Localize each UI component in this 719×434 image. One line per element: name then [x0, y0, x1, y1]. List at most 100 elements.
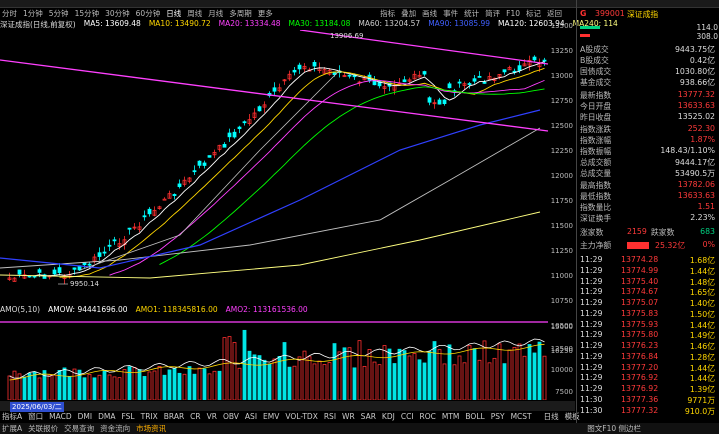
period-tab-10[interactable]: 更多 [258, 8, 273, 19]
indicator-bar: 指标A 窗口 MACD DMI DMA FSL TRIX BRAR CR VR OBV ASI EMV V… [0, 411, 580, 422]
indicator-0[interactable]: 指标A [2, 411, 22, 422]
amo-bar [422, 362, 427, 400]
tool-button-8[interactable]: 返回 [547, 8, 562, 19]
tool-button-4[interactable]: 统计 [464, 8, 479, 19]
chart-label: 深证成指(日线,前复权) [0, 20, 76, 29]
candle-body [477, 75, 482, 78]
period-tab-7[interactable]: 周线 [187, 8, 202, 19]
period-tab-8[interactable]: 月线 [208, 8, 223, 19]
candle-body [482, 81, 487, 84]
indicator-tab-0[interactable]: 日线 [544, 411, 559, 422]
amo-bar [472, 348, 477, 400]
axis-tick: 11250 [550, 247, 573, 255]
tick-price: 13775.40 [621, 277, 659, 286]
amo-axis-tick: 10000 [550, 366, 573, 374]
amo-bar [57, 369, 62, 400]
status-item-2[interactable]: 交易查询 [64, 423, 94, 434]
amo-bar [342, 347, 347, 400]
status-item-0[interactable]: 扩展A [2, 423, 22, 434]
period-tab-4[interactable]: 30分钟 [105, 8, 130, 19]
indicator-17[interactable]: KDJ [382, 412, 395, 421]
amo-axis-tick: 7500 [555, 388, 573, 396]
tick-row: 11:29 13774.28 1.68亿 [577, 255, 717, 266]
axis-tick: 11750 [550, 197, 573, 205]
tick-time: 11:29 [580, 352, 603, 361]
candle-body [457, 81, 462, 84]
tool-button-5[interactable]: 简评 [485, 8, 500, 19]
indicator-14[interactable]: RSI [324, 412, 336, 421]
status-right[interactable]: 图文F10 侧边栏 [587, 423, 641, 434]
amo-bar [142, 376, 147, 400]
candle-body [447, 83, 452, 89]
decliners-label: 跌家数 [651, 228, 675, 237]
indicator-6[interactable]: TRIX [141, 412, 158, 421]
indicator-11[interactable]: ASI [245, 412, 257, 421]
ma20-value: MA20: 13334.48 [218, 19, 281, 28]
candle-body [197, 160, 202, 166]
candle-body [207, 155, 212, 158]
kline-chart[interactable]: 13906.69 9950.14 [0, 30, 550, 300]
indicator-3[interactable]: DMI [78, 412, 92, 421]
indicator-8[interactable]: CR [190, 412, 200, 421]
tool-button-7[interactable]: 标记 [526, 8, 541, 19]
indicator-10[interactable]: OBV [223, 412, 239, 421]
period-tab-5[interactable]: 60分钟 [136, 8, 161, 19]
tool-button-3[interactable]: 事件 [443, 8, 458, 19]
indicator-2[interactable]: MACD [49, 412, 71, 421]
indicator-19[interactable]: ROC [420, 412, 436, 421]
low-annotation: 9950.14 [70, 280, 99, 288]
quote-row-13-label: 最低指数 [580, 192, 612, 201]
indicator-9[interactable]: VR [207, 412, 217, 421]
quote-name: 深证成指 [627, 10, 659, 19]
main-flow-value: 25.32亿 [655, 241, 686, 250]
indicator-7[interactable]: BRAR [164, 412, 184, 421]
tick-time: 11:29 [580, 384, 603, 393]
quote-row-13: 最低指数 13633.63 [577, 191, 717, 202]
tick-row: 11:29 13776.84 1.28亿 [577, 352, 717, 363]
quote-row-9-label: 指数振幅 [580, 147, 612, 156]
period-tab-0[interactable]: 分时 [2, 8, 17, 19]
amo-bar [127, 366, 132, 400]
indicator-13[interactable]: VOL-TDX [285, 412, 317, 421]
indicator-15[interactable]: WR [342, 412, 355, 421]
status-item-3[interactable]: 资金流向 [100, 423, 130, 434]
amo-volume-chart[interactable] [0, 316, 550, 400]
ma60-value: MA60: 13204.57 [358, 19, 421, 28]
indicator-21[interactable]: BOLL [465, 412, 484, 421]
amo-label: AMO(5,10) [0, 305, 41, 314]
indicator-18[interactable]: CCI [401, 412, 414, 421]
period-tab-2[interactable]: 5分钟 [49, 8, 69, 19]
indicator-22[interactable]: PSY [491, 412, 505, 421]
amo-bar [217, 370, 222, 400]
axis-tick: 11500 [550, 222, 573, 230]
candle-body [72, 267, 77, 270]
indicator-4[interactable]: DMA [98, 412, 115, 421]
tick-time: 11:29 [580, 298, 603, 307]
indicator-5[interactable]: FSL [121, 412, 134, 421]
status-item-1[interactable]: 关联报价 [28, 423, 58, 434]
indicator-1[interactable]: 窗口 [28, 411, 43, 422]
tick-row: 11:30 13777.32 910.0万 [577, 406, 717, 417]
period-tab-9[interactable]: 多周期 [229, 8, 252, 19]
status-item-4[interactable]: 市场资讯 [136, 423, 166, 434]
period-tab-3[interactable]: 15分钟 [75, 8, 100, 19]
tool-button-2[interactable]: 画线 [422, 8, 437, 19]
indicator-23[interactable]: MCST [511, 412, 532, 421]
quote-row-4-label: 最新指数 [580, 91, 612, 100]
tick-time: 11:29 [580, 255, 603, 264]
tick-price: 13777.32 [621, 406, 659, 415]
tool-button-0[interactable]: 指标 [380, 8, 395, 19]
period-tab-6[interactable]: 日线 [166, 8, 181, 19]
quote-row-8-value: 1.87% [690, 135, 715, 144]
main-flow-bar [627, 242, 649, 249]
indicator-12[interactable]: EMV [263, 412, 279, 421]
quote-row-7: 指数涨跌 252.30 [577, 124, 717, 135]
tool-button-1[interactable]: 叠加 [401, 8, 416, 19]
tool-button-6[interactable]: F10 [506, 9, 520, 18]
quote-row-7-value: 252.30 [687, 124, 715, 133]
indicator-20[interactable]: MTM [442, 412, 460, 421]
amo-bar [62, 367, 67, 400]
amo-bar [332, 343, 337, 400]
period-tab-1[interactable]: 1分钟 [23, 8, 43, 19]
indicator-16[interactable]: SAR [361, 412, 376, 421]
